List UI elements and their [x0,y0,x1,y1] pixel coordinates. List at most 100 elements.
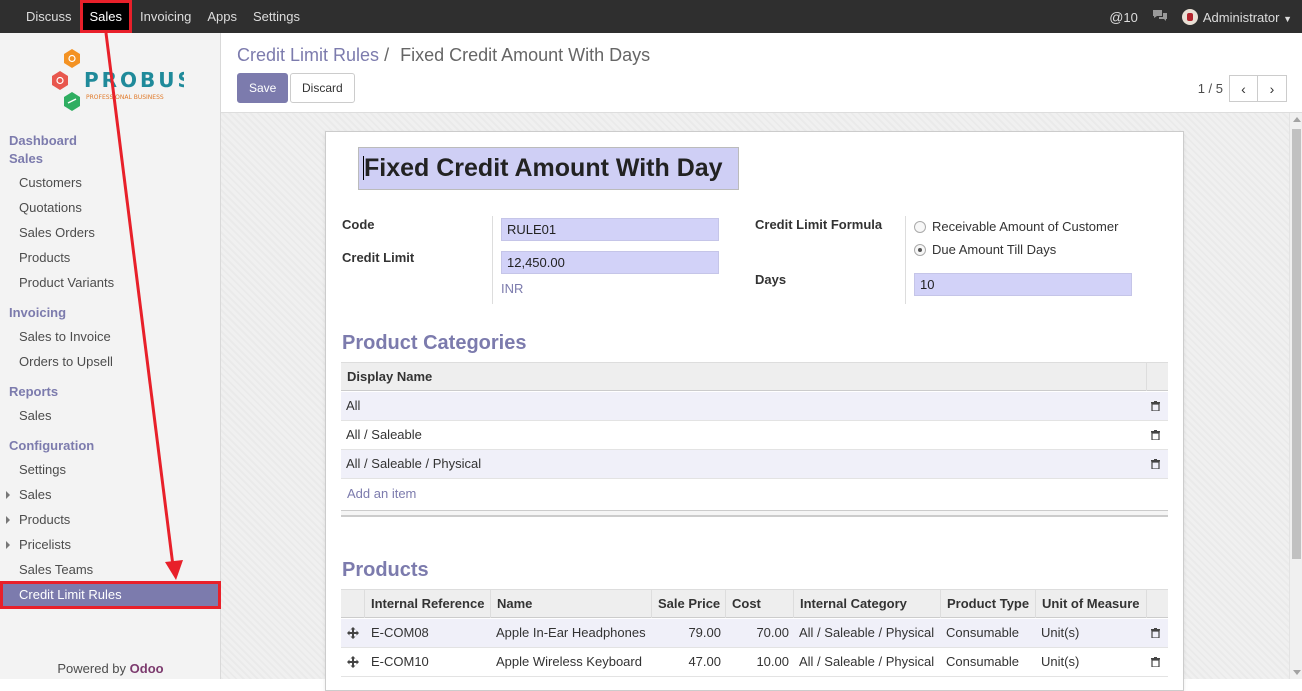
rule-name-input[interactable]: Fixed Credit Amount With Day [358,147,739,190]
product-name-cell: Apple Wireless Keyboard [496,654,642,669]
table-footer [341,510,1168,517]
sidebar-item-products[interactable]: Products [19,250,70,265]
radio-unchecked-icon[interactable] [914,220,926,233]
form-sheet: Fixed Credit Amount With Day Code RULE01… [325,131,1184,691]
credit-limit-label: Credit Limit [342,250,415,265]
sidebar-section-dashboard[interactable]: Dashboard [9,133,77,148]
sidebar-item-sales-teams[interactable]: Sales Teams [19,562,93,577]
sidebar-item-quotations[interactable]: Quotations [19,200,82,215]
column-header-internal-reference[interactable]: Internal Reference [365,590,491,618]
credit-limit-field[interactable]: 12,450.00 [501,251,719,274]
formula-option-receivable[interactable]: Receivable Amount of Customer [914,219,1118,234]
sidebar-item-orders-to-upsell[interactable]: Orders to Upsell [19,354,113,369]
caret-right-icon [6,541,10,549]
sidebar-section-reports[interactable]: Reports [9,384,58,399]
table-row[interactable]: All / Saleable / Physical [341,450,1168,479]
products-table-header: Internal Reference Name Sale Price Cost … [341,589,1168,618]
table-row[interactable]: E-COM10 Apple Wireless Keyboard 47.00 10… [341,648,1168,677]
scroll-down-arrow[interactable] [1293,670,1301,675]
column-header-unit-of-measure[interactable]: Unit of Measure [1036,590,1147,618]
drag-handle-icon[interactable] [347,627,359,639]
column-header-display-name[interactable]: Display Name [341,363,1147,391]
products-title: Products [342,559,429,581]
systray: @10 Administrator ▼ [1109,0,1292,33]
at-icon: @ [1109,8,1124,25]
sidebar-item-customers[interactable]: Customers [19,175,82,190]
sidebar-item-pricelists[interactable]: Pricelists [19,537,71,552]
scroll-up-arrow[interactable] [1293,117,1301,122]
table-row[interactable]: E-COM08 Apple In-Ear Headphones 79.00 70… [341,619,1168,648]
drag-handle-icon[interactable] [347,656,359,668]
category-cell: All / Saleable / Physical [346,456,482,471]
product-name-cell: Apple In-Ear Headphones [496,625,646,640]
sidebar-item-sales-to-invoice[interactable]: Sales to Invoice [19,329,111,344]
sidebar-item-config-sales[interactable]: Sales [19,487,52,502]
pager-next-button[interactable]: › [1258,75,1287,102]
formula-option-due-days[interactable]: Due Amount Till Days [914,242,1056,257]
product-category-cell: All / Saleable / Physical [799,625,935,640]
breadcrumb-separator: / [384,45,390,65]
chat-icon[interactable] [1152,9,1168,25]
pager-value[interactable]: 1 / 5 [1198,81,1223,96]
divider [492,216,493,304]
column-header-sale-price[interactable]: Sale Price [652,590,726,618]
product-ref-cell: E-COM10 [371,654,429,669]
product-category-cell: All / Saleable / Physical [799,654,935,669]
radio-checked-icon[interactable] [914,243,926,256]
days-label: Days [755,272,787,287]
menu-settings[interactable]: Settings [245,0,308,33]
breadcrumb-parent[interactable]: Credit Limit Rules [237,45,379,65]
currency-label[interactable]: INR [501,281,523,296]
rule-name-value: Fixed Credit Amount With Day [364,154,723,182]
sidebar-item-product-variants[interactable]: Product Variants [19,275,114,290]
sidebar-item-settings[interactable]: Settings [19,462,66,477]
sidebar-item-sales-orders[interactable]: Sales Orders [19,225,95,240]
column-header-product-type[interactable]: Product Type [941,590,1036,618]
column-header-cost[interactable]: Cost [726,590,794,618]
user-menu[interactable]: Administrator ▼ [1181,8,1292,25]
product-price-cell: 79.00 [688,625,721,640]
sidebar-section-configuration[interactable]: Configuration [9,438,94,453]
days-field[interactable]: 10 [914,273,1132,296]
top-navbar: Discuss Sales Invoicing Apps Settings @1… [0,0,1302,33]
user-name: Administrator [1202,9,1280,25]
sidebar-section-invoicing[interactable]: Invoicing [9,305,66,320]
column-header-internal-category[interactable]: Internal Category [794,590,941,618]
table-row[interactable]: All [341,392,1168,421]
odoo-link[interactable]: Odoo [130,661,164,676]
table-row[interactable]: All / Saleable [341,421,1168,450]
trash-icon[interactable] [1151,430,1160,440]
sidebar-item-credit-limit-rules[interactable]: Credit Limit Rules [0,581,221,609]
add-category-link[interactable]: Add an item [347,486,416,501]
menu-discuss[interactable]: Discuss [0,0,80,33]
categories-table-header: Display Name [341,362,1168,391]
formula-option-receivable-label: Receivable Amount of Customer [932,219,1119,234]
product-uom-cell: Unit(s) [1041,654,1080,669]
sidebar-item-config-products[interactable]: Products [19,512,70,527]
formula-option-due-days-label: Due Amount Till Days [932,242,1057,257]
trash-icon[interactable] [1151,628,1160,638]
sidebar-item-report-sales[interactable]: Sales [19,408,52,423]
menu-invoicing[interactable]: Invoicing [132,0,199,33]
column-header-handle [341,590,365,618]
product-ref-cell: E-COM08 [371,625,429,640]
product-categories-title: Product Categories [342,332,527,354]
product-type-cell: Consumable [946,654,1019,669]
menu-apps[interactable]: Apps [199,0,245,33]
trash-icon[interactable] [1151,657,1160,667]
sidebar-section-sales[interactable]: Sales [9,151,43,166]
powered-prefix: Powered by [57,661,130,676]
mentions-indicator[interactable]: @10 [1109,9,1138,25]
scrollbar-thumb[interactable] [1292,129,1301,559]
breadcrumb: Credit Limit Rules / Fixed Credit Amount… [237,45,650,66]
product-uom-cell: Unit(s) [1041,625,1080,640]
code-field[interactable]: RULE01 [501,218,719,241]
discard-button[interactable]: Discard [290,73,355,103]
column-header-name[interactable]: Name [491,590,652,618]
menu-sales[interactable]: Sales [79,0,133,33]
pager-previous-button[interactable]: ‹ [1229,75,1258,102]
save-button[interactable]: Save [237,73,289,103]
trash-icon[interactable] [1151,401,1160,411]
trash-icon[interactable] [1151,459,1160,469]
scrollbar[interactable] [1289,113,1302,679]
